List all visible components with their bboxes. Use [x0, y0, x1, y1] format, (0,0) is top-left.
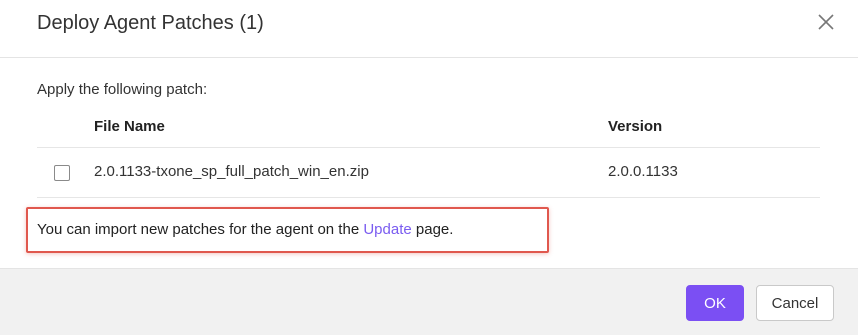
ok-button[interactable]: OK: [686, 285, 744, 321]
close-icon[interactable]: [814, 10, 838, 34]
patch-table: File Name Version 2.0.1133-txone_sp_full…: [37, 106, 820, 198]
intro-text: Apply the following patch:: [37, 81, 208, 98]
update-page-link[interactable]: Update: [363, 221, 411, 238]
header-divider: [0, 57, 858, 58]
deploy-agent-patches-dialog: Deploy Agent Patches (1) Apply the follo…: [0, 0, 858, 335]
file-name-cell: 2.0.1133-txone_sp_full_patch_win_en.zip: [94, 163, 369, 180]
patch-select-checkbox[interactable]: [54, 165, 70, 181]
cancel-button[interactable]: Cancel: [756, 285, 834, 321]
table-row: 2.0.1133-txone_sp_full_patch_win_en.zip …: [37, 148, 820, 198]
dialog-title: Deploy Agent Patches (1): [37, 12, 264, 34]
import-patches-note: You can import new patches for the agent…: [26, 207, 549, 253]
column-header-version: Version: [608, 118, 663, 135]
table-header-row: File Name Version: [37, 106, 820, 148]
dialog-header: Deploy Agent Patches (1): [0, 0, 858, 56]
note-text-after: page.: [411, 221, 454, 238]
column-header-file-name: File Name: [94, 118, 165, 135]
dialog-footer: OK Cancel: [0, 268, 858, 335]
note-text-before: You can import new patches for the agent…: [37, 221, 364, 238]
version-cell: 2.0.0.1133: [608, 163, 678, 180]
